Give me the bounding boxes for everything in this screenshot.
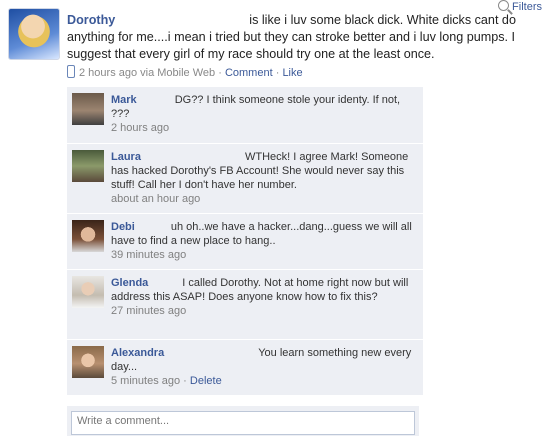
comment-time: 2 hours ago xyxy=(111,122,170,134)
comment-time: 39 minutes ago xyxy=(111,249,187,261)
comment-item: Laura WTHeck! I agree Mark! Someone has h… xyxy=(67,144,423,214)
comment-item: Mark DG?? I think someone stole your iden… xyxy=(67,87,423,144)
commenter-name[interactable]: Mark xyxy=(111,94,137,106)
comment-text: DG?? I think someone stole your identy. … xyxy=(111,94,401,120)
meta-separator: · xyxy=(275,67,280,79)
commenter-name[interactable]: Debi xyxy=(111,221,135,233)
commenter-name[interactable]: Glenda xyxy=(111,277,148,289)
commenter-avatar[interactable] xyxy=(72,276,104,308)
commenter-avatar[interactable] xyxy=(72,220,104,252)
write-comment-box: Write a comment... xyxy=(67,406,419,436)
commenter-name[interactable]: Laura xyxy=(111,151,141,163)
write-comment-input[interactable]: Write a comment... xyxy=(71,411,415,435)
search-icon xyxy=(498,0,510,11)
post-author-avatar[interactable] xyxy=(8,8,60,60)
post-author-name[interactable]: Dorothy xyxy=(67,13,115,27)
commenter-avatar[interactable] xyxy=(72,93,104,125)
comment-text: uh oh..we have a hacker...dang...guess w… xyxy=(111,221,412,247)
comments-list: Mark DG?? I think someone stole your iden… xyxy=(67,87,423,396)
post-meta: 2 hours ago via Mobile Web · Comment · L… xyxy=(67,65,547,82)
commenter-avatar[interactable] xyxy=(72,346,104,378)
commenter-name[interactable]: Alexandra xyxy=(111,347,164,359)
post-time: 2 hours ago via Mobile Web xyxy=(79,67,216,79)
comment-text: I called Dorothy. Not at home right now … xyxy=(111,277,409,303)
post-message: Dorothy is like i luv some black dick. Wh… xyxy=(67,12,547,63)
comment-item: Alexandra You learn something new every d… xyxy=(67,340,423,396)
commenter-avatar[interactable] xyxy=(72,150,104,182)
post-text: is like i luv some black dick. White dic… xyxy=(67,13,516,61)
comment-meta: 5 minutes ago · Delete xyxy=(111,375,417,387)
comment-item: Glenda I called Dorothy. Not at home righ… xyxy=(67,270,423,340)
post-body: Dorothy is like i luv some black dick. Wh… xyxy=(67,12,547,82)
delete-link[interactable]: Delete xyxy=(190,375,222,387)
comment-time: about an hour ago xyxy=(111,193,201,205)
meta-separator: · xyxy=(183,375,187,387)
comment-time: 5 minutes ago xyxy=(111,375,181,387)
comment-text: WTHeck! I agree Mark! Someone has hacked… xyxy=(111,151,409,191)
comment-item: Debi uh oh..we have a hacker...dang...gue… xyxy=(67,214,423,270)
like-link[interactable]: Like xyxy=(282,67,302,79)
meta-separator: · xyxy=(218,67,222,79)
comment-time: 27 minutes ago xyxy=(111,305,187,317)
comment-link[interactable]: Comment xyxy=(225,67,273,79)
mobile-icon xyxy=(67,65,75,78)
